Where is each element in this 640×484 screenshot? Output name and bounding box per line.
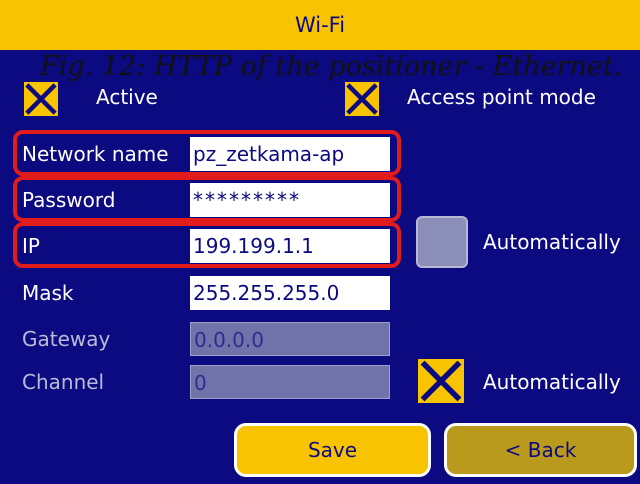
wifi-settings-screen: Wi-Fi Fig. 12: HTTP of the positioner - …	[0, 0, 640, 484]
password-label: Password	[22, 188, 116, 212]
back-button-label: < Back	[504, 438, 577, 462]
gateway-input: 0.0.0.0	[190, 322, 390, 356]
ip-input[interactable]: 199.199.1.1	[190, 229, 390, 263]
auto-channel-checkbox[interactable]	[416, 357, 466, 405]
network-name-label: Network name	[22, 142, 169, 166]
title-bar: Wi-Fi	[0, 0, 640, 50]
x-mark-icon	[420, 360, 462, 402]
mask-input[interactable]: 255.255.255.0	[190, 276, 390, 310]
access-point-mode-checkbox[interactable]	[343, 80, 381, 118]
password-input[interactable]: *********	[190, 183, 390, 217]
ip-label: IP	[22, 234, 40, 258]
gateway-label: Gateway	[22, 327, 111, 351]
network-name-input[interactable]: pz_zetkama-ap	[190, 137, 390, 171]
mask-label: Mask	[22, 281, 74, 305]
x-mark-icon	[346, 83, 378, 115]
access-point-mode-label: Access point mode	[407, 85, 596, 109]
figure-caption: Fig. 12: HTTP of the positioner - Ethern…	[40, 51, 623, 82]
auto-channel-label: Automatically	[483, 370, 621, 394]
x-mark-icon	[25, 83, 57, 115]
channel-input: 0	[190, 365, 390, 399]
auto-ip-checkbox[interactable]	[416, 216, 468, 268]
save-button[interactable]: Save	[234, 423, 431, 477]
channel-label: Channel	[22, 370, 105, 394]
back-button[interactable]: < Back	[444, 423, 637, 477]
window-title: Wi-Fi	[294, 13, 346, 37]
auto-ip-label: Automatically	[483, 230, 621, 254]
save-button-label: Save	[307, 438, 358, 462]
active-label: Active	[96, 85, 158, 109]
active-checkbox[interactable]	[22, 80, 60, 118]
